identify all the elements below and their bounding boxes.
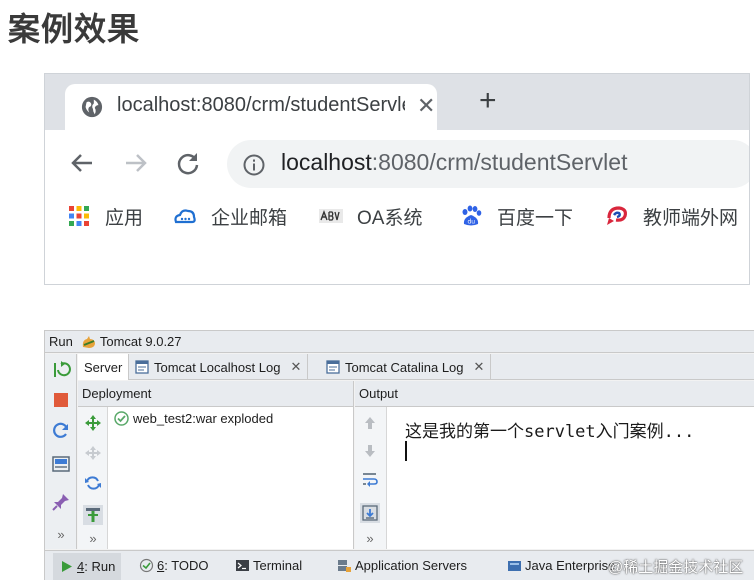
svg-text:du: du bbox=[468, 219, 476, 226]
browser-tab-strip: localhost:8080/crm/studentServlet ✕ + bbox=[45, 74, 749, 130]
terminal-tool-label: Terminal bbox=[253, 558, 303, 573]
undeploy-icon[interactable] bbox=[83, 443, 103, 463]
run-title-bar: Run Tomcat 9.0.27 bbox=[45, 331, 754, 353]
artifact-label: web_test2:war exploded bbox=[133, 411, 274, 426]
run-tool-key: 4 bbox=[77, 559, 85, 574]
globe-icon bbox=[81, 96, 103, 118]
more-tools-icon[interactable]: » bbox=[83, 531, 103, 551]
tomcat-icon bbox=[82, 335, 95, 348]
java-enterprise-tool-button[interactable]: Java Enterprise bbox=[507, 558, 615, 573]
run-config-name: Tomcat 9.0.27 bbox=[99, 334, 182, 349]
app-servers-tool-label: Application Servers bbox=[355, 558, 467, 573]
scroll-to-end-icon[interactable] bbox=[360, 503, 380, 523]
ide-run-panel: Run Tomcat 9.0.27 » Server Tomcat Localh… bbox=[44, 330, 754, 580]
deployment-pane: Deployment » web_test2:war exploded bbox=[78, 381, 354, 549]
bookmarks-bar: 应用 企业邮箱 OA系统 du 百度一下 教师端外网 bbox=[45, 196, 749, 236]
log-file-icon bbox=[326, 360, 340, 374]
terminal-tool-button[interactable]: Terminal bbox=[235, 558, 302, 573]
more-tools-icon[interactable]: » bbox=[360, 531, 380, 551]
bookmark-apps[interactable]: 应用 bbox=[67, 202, 143, 230]
java-enterprise-tool-label: Java Enterprise bbox=[525, 558, 616, 573]
baidu-paw-icon: du bbox=[462, 205, 482, 226]
watermark: @稀土掘金技术社区 bbox=[608, 559, 744, 576]
tab-label: Server bbox=[84, 359, 123, 375]
run-tool-label: : Run bbox=[84, 559, 116, 574]
bookmark-oa[interactable]: OA系统 bbox=[319, 202, 422, 230]
todo-tool-label: : TODO bbox=[164, 558, 209, 573]
bookmark-label: 应用 bbox=[105, 207, 144, 229]
todo-tool-key: 6 bbox=[157, 558, 165, 573]
update-icon[interactable] bbox=[51, 420, 71, 440]
todo-icon bbox=[139, 558, 154, 573]
text-caret bbox=[405, 441, 407, 461]
tab-close-icon[interactable]: ✕ bbox=[474, 359, 485, 375]
deployment-toolbar: » bbox=[78, 407, 108, 549]
log-file-icon bbox=[135, 360, 149, 374]
bookmark-label: OA系统 bbox=[357, 207, 423, 229]
deployment-artifact[interactable]: web_test2:war exploded bbox=[114, 411, 273, 426]
back-icon[interactable] bbox=[67, 148, 97, 178]
forward-icon[interactable] bbox=[121, 148, 151, 178]
bookmark-label: 企业邮箱 bbox=[211, 207, 288, 229]
cloud-mail-icon bbox=[174, 209, 196, 224]
tab-localhost-log[interactable]: Tomcat Localhost Log ✕ bbox=[129, 354, 309, 380]
run-left-toolbar: » bbox=[45, 354, 77, 549]
todo-tool-button[interactable]: 6: TODO bbox=[139, 558, 209, 573]
deployment-header: Deployment bbox=[78, 381, 353, 407]
tab-close-icon[interactable]: ✕ bbox=[417, 93, 435, 119]
refresh-deploy-icon[interactable] bbox=[83, 473, 103, 493]
tab-label: Tomcat Localhost Log bbox=[154, 359, 281, 375]
bookmark-teacher[interactable]: 教师端外网 bbox=[605, 202, 738, 230]
app-servers-icon bbox=[338, 560, 351, 572]
tab-title: localhost:8080/crm/studentServlet bbox=[117, 94, 405, 116]
address-bar[interactable]: localhost:8080/crm/studentServlet bbox=[227, 140, 749, 188]
site-info-icon[interactable] bbox=[243, 154, 265, 176]
console-output-text[interactable]: 这是我的第一个servlet入门案例... bbox=[405, 417, 694, 442]
bookmark-mail[interactable]: 企业邮箱 bbox=[173, 202, 287, 230]
layout-icon[interactable] bbox=[51, 454, 71, 474]
rerun-icon[interactable] bbox=[51, 360, 71, 380]
url-host: localhost bbox=[281, 149, 372, 175]
app-servers-tool-button[interactable]: Application Servers bbox=[337, 558, 467, 573]
reload-icon[interactable] bbox=[173, 148, 203, 178]
tab-catalina-log[interactable]: Tomcat Catalina Log ✕ bbox=[320, 354, 492, 380]
oa-logo-icon bbox=[319, 209, 343, 223]
browser-window: localhost:8080/crm/studentServlet ✕ + lo… bbox=[44, 73, 750, 285]
run-tool-button[interactable]: 4: Run bbox=[53, 553, 122, 580]
output-pane: Output » 这是我的第一个servlet入门案例... bbox=[355, 381, 754, 549]
run-label: Run bbox=[49, 334, 73, 349]
soft-wrap-icon[interactable] bbox=[360, 469, 380, 489]
teacher-logo-icon bbox=[607, 206, 627, 225]
output-header: Output bbox=[355, 381, 754, 407]
java-enterprise-icon bbox=[508, 561, 521, 571]
stop-icon[interactable] bbox=[51, 390, 71, 410]
browser-tab[interactable]: localhost:8080/crm/studentServlet ✕ bbox=[65, 84, 437, 130]
run-tab-bar: Server Tomcat Localhost Log ✕ Tomcat Cat… bbox=[78, 354, 754, 380]
tab-close-icon[interactable]: ✕ bbox=[290, 359, 301, 375]
output-toolbar: » bbox=[355, 407, 387, 549]
run-triangle-icon bbox=[62, 561, 72, 572]
slide-title: 案例效果 bbox=[8, 11, 141, 47]
bookmark-baidu[interactable]: du 百度一下 bbox=[459, 202, 573, 230]
new-tab-button[interactable]: + bbox=[479, 84, 497, 118]
arrow-up-icon[interactable] bbox=[360, 413, 380, 433]
arrow-down-icon[interactable] bbox=[360, 441, 380, 461]
bookmark-label: 百度一下 bbox=[497, 207, 574, 229]
url-path: :8080/crm/studentServlet bbox=[371, 149, 628, 175]
tab-server[interactable]: Server bbox=[78, 354, 130, 380]
tab-label: Tomcat Catalina Log bbox=[345, 359, 464, 375]
apps-grid-icon bbox=[69, 206, 89, 226]
check-circle-icon bbox=[114, 411, 129, 426]
browser-toolbar: localhost:8080/crm/studentServlet bbox=[45, 130, 749, 196]
bookmark-label: 教师端外网 bbox=[643, 207, 739, 229]
terminal-icon bbox=[236, 560, 249, 571]
pin-icon[interactable] bbox=[51, 492, 71, 512]
url-text: localhost:8080/crm/studentServlet bbox=[281, 149, 627, 176]
deploy-settings-icon[interactable] bbox=[83, 505, 103, 525]
more-tools-icon[interactable]: » bbox=[51, 527, 71, 547]
deploy-all-icon[interactable] bbox=[83, 413, 103, 433]
